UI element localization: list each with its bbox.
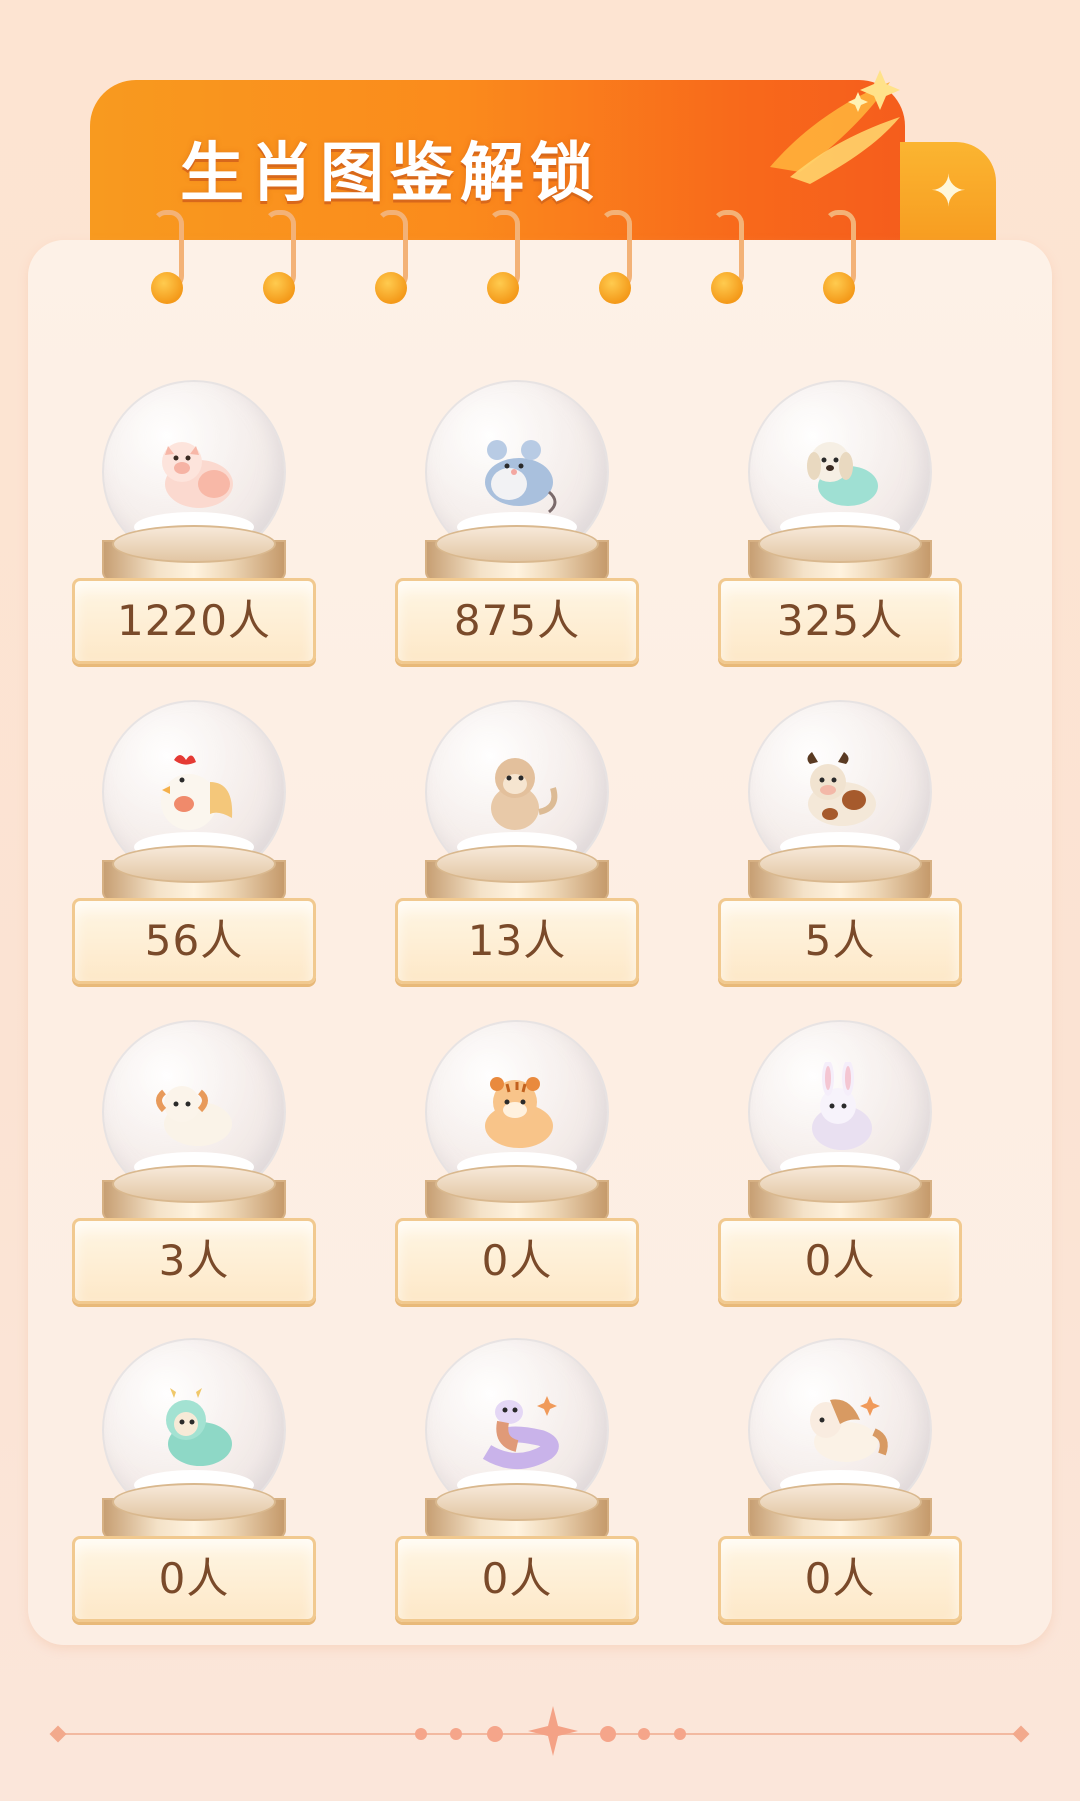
unlock-count: 875人: [453, 596, 581, 645]
snake-icon: [467, 1380, 567, 1480]
divider-dot: [674, 1728, 686, 1740]
unlock-count: 3人: [158, 1236, 230, 1285]
zodiac-item-snake[interactable]: 0人: [395, 1338, 639, 1628]
count-plate: 56人: [72, 898, 316, 984]
ring-binder-icon: [708, 210, 744, 304]
zodiac-item-goat[interactable]: 3人: [72, 1020, 316, 1310]
unlock-count: 0人: [804, 1236, 876, 1285]
count-plate: 13人: [395, 898, 639, 984]
zodiac-item-pig[interactable]: 1220人: [72, 380, 316, 670]
globe-stand-top: [758, 525, 922, 563]
rabbit-icon: [790, 1062, 890, 1162]
count-plate: 875人: [395, 578, 639, 664]
divider-dot: [600, 1726, 616, 1742]
zodiac-item-ox[interactable]: 5人: [718, 700, 962, 990]
globe-stand-top: [112, 845, 276, 883]
divider-dot: [487, 1726, 503, 1742]
globe-stand-top: [435, 525, 599, 563]
count-plate: 0人: [718, 1218, 962, 1304]
ring-binder-icon: [148, 210, 184, 304]
ring-binder-icon: [820, 210, 856, 304]
globe-stand-top: [758, 1165, 922, 1203]
globe-stand-top: [758, 845, 922, 883]
count-plate: 0人: [395, 1536, 639, 1622]
globe-stand-top: [435, 1483, 599, 1521]
unlock-count: 5人: [804, 916, 876, 965]
ox-icon: [790, 742, 890, 842]
dragon-icon: [144, 1380, 244, 1480]
streak-decoration-icon: [770, 70, 900, 184]
divider-star-icon: [528, 1706, 578, 1756]
zodiac-item-horse[interactable]: 0人: [718, 1338, 962, 1628]
globe-stand-top: [112, 525, 276, 563]
zodiac-item-dog[interactable]: 325人: [718, 380, 962, 670]
count-plate: 0人: [395, 1218, 639, 1304]
globe-stand-top: [112, 1165, 276, 1203]
unlock-count: 0人: [481, 1554, 553, 1603]
count-plate: 3人: [72, 1218, 316, 1304]
sparkle-icon: ✦: [930, 166, 967, 217]
ring-binder-icon: [596, 210, 632, 304]
ring-binder-icon: [372, 210, 408, 304]
dog-icon: [790, 422, 890, 522]
count-plate: 0人: [718, 1536, 962, 1622]
page-title: 生肖图鉴解锁: [180, 137, 600, 211]
divider-dot: [415, 1728, 427, 1740]
ring-binder-icon: [260, 210, 296, 304]
globe-stand-top: [435, 1165, 599, 1203]
unlock-count: 325人: [776, 596, 904, 645]
unlock-count: 0人: [481, 1236, 553, 1285]
goat-icon: [144, 1062, 244, 1162]
pig-icon: [144, 422, 244, 522]
zodiac-item-rat[interactable]: 875人: [395, 380, 639, 670]
tiger-icon: [467, 1062, 567, 1162]
count-plate: 1220人: [72, 578, 316, 664]
ring-binder-icon: [484, 210, 520, 304]
divider-diamond: [1012, 1725, 1030, 1743]
unlock-count: 1220人: [117, 596, 271, 645]
rat-icon: [467, 422, 567, 522]
unlock-count: 0人: [158, 1554, 230, 1603]
zodiac-item-rooster[interactable]: 56人: [72, 700, 316, 990]
zodiac-item-monkey[interactable]: 13人: [395, 700, 639, 990]
rooster-icon: [144, 742, 244, 842]
divider-dot: [450, 1728, 462, 1740]
globe-stand-top: [112, 1483, 276, 1521]
horse-icon: [790, 1380, 890, 1480]
globe-stand-top: [435, 845, 599, 883]
monkey-icon: [467, 742, 567, 842]
divider-dot: [638, 1728, 650, 1740]
zodiac-item-dragon[interactable]: 0人: [72, 1338, 316, 1628]
count-plate: 325人: [718, 578, 962, 664]
zodiac-item-rabbit[interactable]: 0人: [718, 1020, 962, 1310]
unlock-count: 13人: [467, 916, 567, 965]
globe-stand-top: [758, 1483, 922, 1521]
count-plate: 0人: [72, 1536, 316, 1622]
count-plate: 5人: [718, 898, 962, 984]
unlock-count: 56人: [144, 916, 244, 965]
zodiac-item-tiger[interactable]: 0人: [395, 1020, 639, 1310]
divider-diamond: [49, 1725, 67, 1743]
unlock-count: 0人: [804, 1554, 876, 1603]
